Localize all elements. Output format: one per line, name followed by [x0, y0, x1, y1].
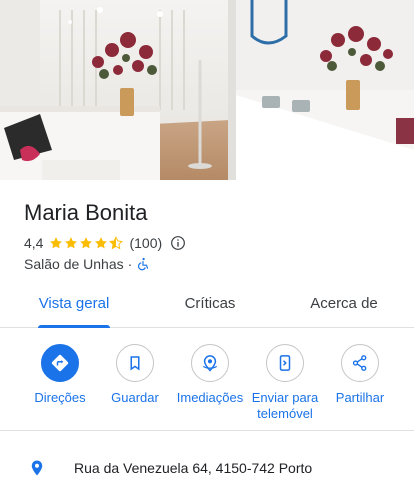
save-button-circle: [116, 344, 154, 382]
place-category[interactable]: Salão de Unhas: [24, 256, 124, 272]
directions-icon: [51, 354, 69, 372]
address-row[interactable]: Rua da Venezuela 64, 4150-742 Porto: [0, 448, 414, 488]
rating-value: 4,4: [24, 235, 44, 251]
bookmark-icon: [130, 356, 140, 371]
tab-bar: Vista geral Críticas Acerca de: [0, 284, 414, 328]
tab-overview-label: Vista geral: [38, 295, 110, 312]
star-full-icon: [95, 237, 108, 249]
place-title: Maria Bonita: [24, 200, 148, 225]
review-count[interactable]: (100): [129, 235, 162, 251]
wheelchair-accessible-icon: [138, 257, 149, 271]
save-button[interactable]: Guardar: [93, 340, 177, 406]
action-buttons: Direções Guardar Imediações Enviar para …: [0, 340, 414, 424]
send-to-phone-icon: [279, 355, 291, 371]
directions-button[interactable]: Direções: [18, 340, 102, 406]
nearby-icon: [202, 355, 218, 372]
tab-reviews-label: Críticas: [184, 295, 236, 312]
send-to-phone-label: Enviar para telemóvel: [251, 390, 319, 421]
save-label: Guardar: [111, 390, 159, 405]
tab-about-label: Acerca de: [310, 295, 378, 312]
share-button-circle: [341, 344, 379, 382]
directions-button-circle: [41, 344, 79, 382]
active-tab-indicator: [38, 325, 110, 328]
directions-label: Direções: [34, 390, 86, 405]
place-photo[interactable]: [0, 0, 414, 180]
nearby-label: Imediações: [176, 390, 244, 405]
tab-reviews[interactable]: Críticas: [160, 284, 260, 328]
nearby-button[interactable]: Imediações: [168, 340, 252, 406]
tab-overview[interactable]: Vista geral: [24, 284, 124, 328]
star-half-icon: [109, 236, 124, 250]
section-divider: [0, 430, 414, 431]
category-row: Salão de Unhas ·: [24, 256, 150, 272]
star-full-icon: [50, 237, 63, 249]
info-icon[interactable]: [170, 235, 186, 251]
nearby-button-circle: [191, 344, 229, 382]
salon-interior-image: [0, 0, 414, 180]
share-button[interactable]: Partilhar: [318, 340, 402, 406]
separator-dot: ·: [127, 256, 133, 272]
tab-about[interactable]: Acerca de: [294, 284, 394, 328]
star-full-icon: [65, 237, 78, 249]
send-to-phone-button-circle: [266, 344, 304, 382]
address-text: Rua da Venezuela 64, 4150-742 Porto: [74, 460, 313, 476]
star-full-icon: [80, 237, 93, 249]
star-rating: [49, 236, 124, 250]
location-pin-icon: [31, 460, 43, 476]
send-to-phone-button[interactable]: Enviar para telemóvel: [243, 340, 327, 422]
share-icon: [352, 355, 367, 371]
share-label: Partilhar: [335, 390, 385, 405]
rating-row[interactable]: 4,4 (100): [24, 233, 186, 253]
